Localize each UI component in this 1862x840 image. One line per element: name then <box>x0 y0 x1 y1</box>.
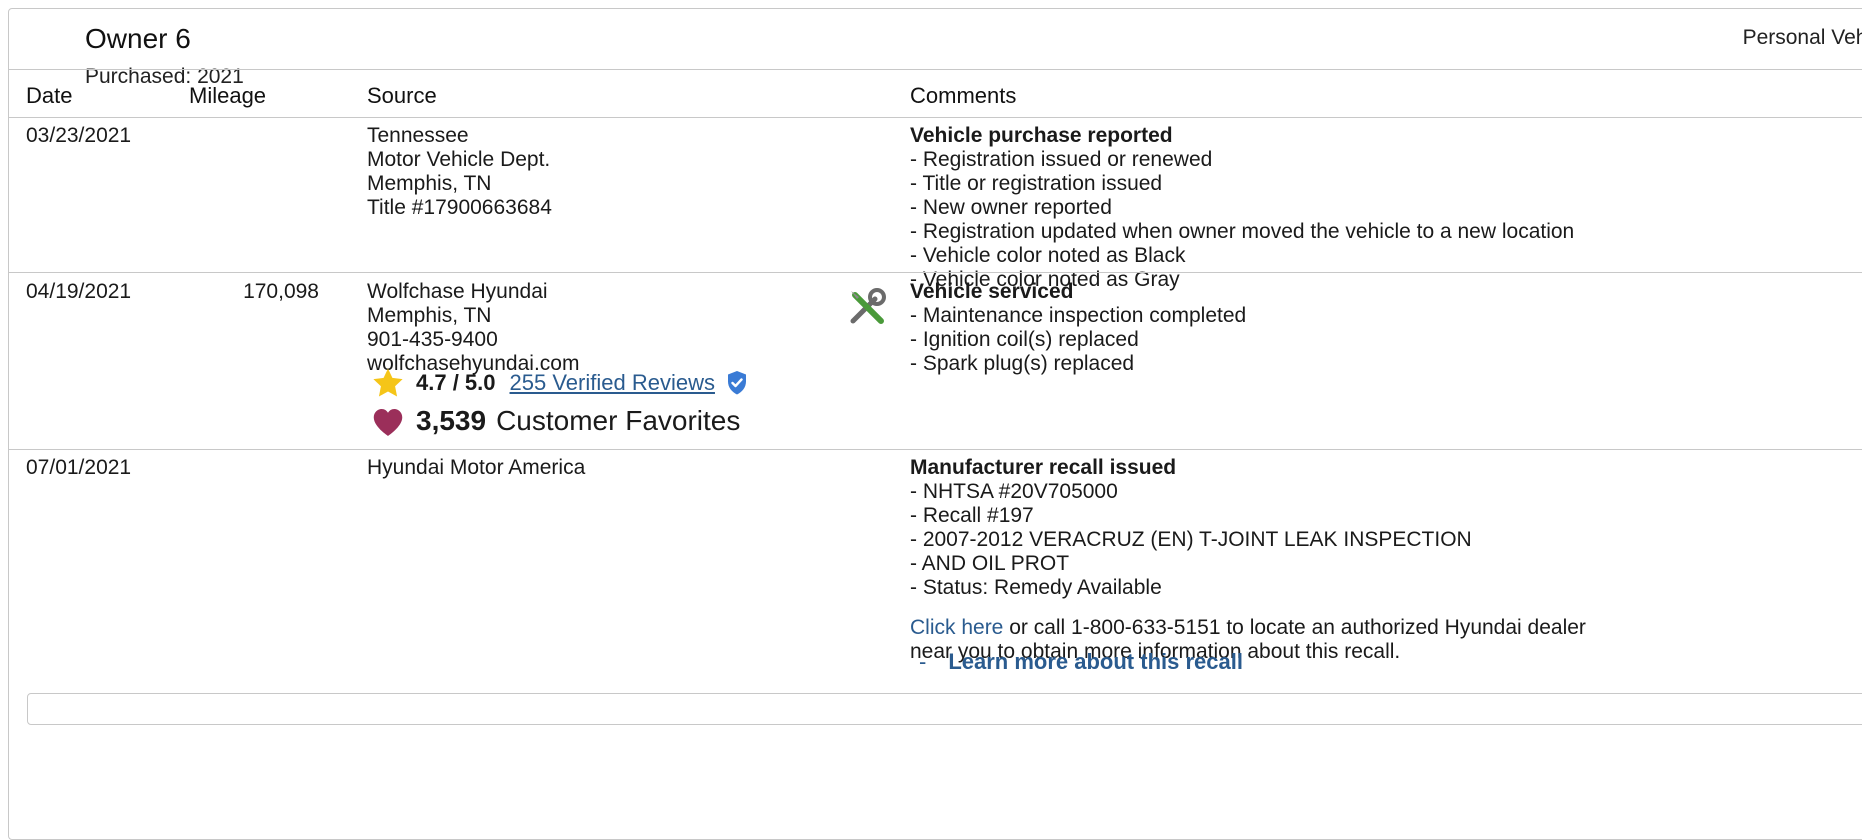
comment-line: - Ignition coil(s) replaced <box>910 328 1139 351</box>
divider <box>9 449 1862 450</box>
row-1-source: Tennessee Motor Vehicle Dept. Memphis, T… <box>367 124 552 220</box>
verified-badge-icon <box>727 371 746 395</box>
comment-line: - Registration issued or renewed <box>910 148 1213 171</box>
header-mileage: Mileage <box>189 83 267 108</box>
vehicle-type: Personal Vehicle <box>1742 26 1862 49</box>
row-1-comments: Vehicle purchase reported - Registration… <box>910 124 1574 292</box>
star-icon <box>373 368 403 397</box>
source-line: Wolfchase Hyundai <box>367 280 548 303</box>
service-tools-icon <box>850 288 886 324</box>
customer-favorites: 3,539 Customer Favorites <box>370 399 740 443</box>
header-date: Date <box>26 83 73 108</box>
owner-title: Owner 6 <box>85 23 191 54</box>
click-here-link[interactable]: Click here <box>910 616 1003 639</box>
rating-score: 4.7 / 5.0 <box>416 370 496 395</box>
next-section-box <box>27 693 1862 725</box>
favorites-label: Customer Favorites <box>496 405 741 436</box>
divider <box>9 117 1862 118</box>
comment-line: - Spark plug(s) replaced <box>910 352 1135 375</box>
source-line: Title #17900663684 <box>367 196 552 219</box>
row-2-mileage: 170,098 <box>243 280 319 303</box>
comment-line: - AND OIL PROT <box>910 552 1070 575</box>
row-1-date: 03/23/2021 <box>26 124 132 147</box>
favorites-count: 3,539 <box>416 405 487 436</box>
comment-title: Manufacturer recall issued <box>910 456 1177 479</box>
comment-line: - 2007-2012 VERACRUZ (EN) T-JOINT LEAK I… <box>910 528 1472 551</box>
source-line: Tennessee <box>367 124 469 147</box>
heart-icon <box>373 409 403 436</box>
row-3-date: 07/01/2021 <box>26 456 132 479</box>
comment-line: - Title or registration issued <box>910 172 1163 195</box>
comment-title: Vehicle serviced <box>910 280 1074 303</box>
learn-more-link[interactable]: Learn more about this recall <box>948 649 1243 675</box>
comment-line: - NHTSA #20V705000 <box>910 480 1118 503</box>
comment-line: - Maintenance inspection completed <box>910 304 1247 327</box>
comment-line: - Status: Remedy Available <box>910 576 1162 599</box>
row-2-date: 04/19/2021 <box>26 280 132 303</box>
comment-title: Vehicle purchase reported <box>910 124 1173 147</box>
comment-line: - Registration updated when owner moved … <box>910 220 1575 243</box>
comment-line: - Recall #197 <box>910 504 1034 527</box>
dealer-rating: 4.7 / 5.0 255 Verified Reviews <box>370 363 749 403</box>
comment-line: - New owner reported <box>910 196 1112 219</box>
source-line: Hyundai Motor America <box>367 456 586 479</box>
source-line: 901-435-9400 <box>367 328 498 351</box>
row-3-comments: Manufacturer recall issued - NHTSA #20V7… <box>910 456 1586 664</box>
source-line: Motor Vehicle Dept. <box>367 148 551 171</box>
recall-note-line-1: Click here or call 1-800-633-5151 to loc… <box>910 616 1586 640</box>
divider <box>9 69 1862 70</box>
row-2-comments: Vehicle serviced - Maintenance inspectio… <box>910 280 1246 376</box>
header-source: Source <box>367 83 437 108</box>
recall-note-text: or call 1-800-633-5151 to locate an auth… <box>1003 616 1586 639</box>
source-line: Memphis, TN <box>367 304 492 327</box>
comment-line: - Vehicle color noted as Black <box>910 244 1186 267</box>
learn-more-recall: - Learn more about this recall <box>919 649 1243 675</box>
source-line: Memphis, TN <box>367 172 492 195</box>
header-comments: Comments <box>910 83 1017 108</box>
row-2-source: Wolfchase Hyundai Memphis, TN 901-435-94… <box>367 280 579 376</box>
row-3-source: Hyundai Motor America <box>367 456 585 480</box>
divider <box>9 272 1862 273</box>
verified-reviews-link[interactable]: 255 Verified Reviews <box>510 370 715 396</box>
owner-history-card: Owner 6 Purchased: 2021 Personal Vehicle… <box>8 8 1862 840</box>
learn-more-dash: - <box>919 649 927 674</box>
